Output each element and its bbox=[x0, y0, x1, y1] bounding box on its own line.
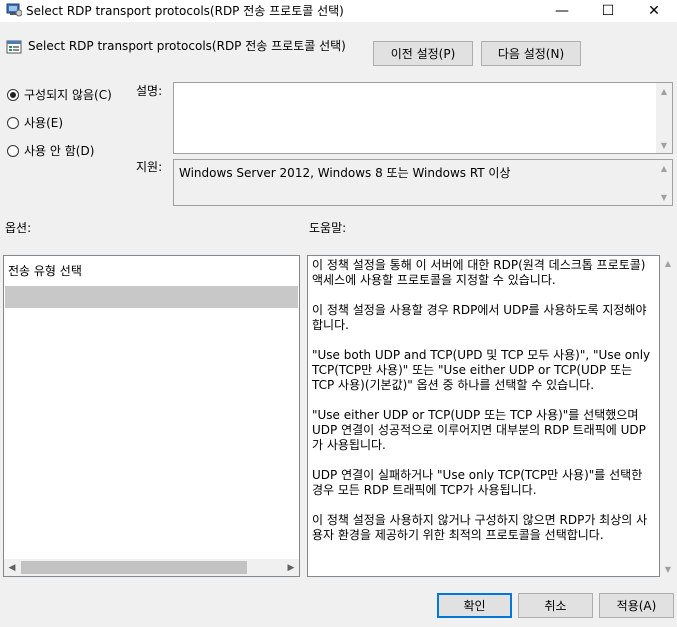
minimize-button[interactable]: — bbox=[539, 0, 585, 22]
previous-setting-button[interactable]: 이전 설정(P) bbox=[373, 41, 473, 66]
setting-title: Select RDP transport protocols(RDP 전송 프로… bbox=[28, 39, 346, 53]
help-paragraph: UDP 연결이 실패하거나 "Use only TCP(TCP만 사용)"를 선… bbox=[312, 468, 643, 497]
radio-label: 사용 안 함(D) bbox=[24, 144, 95, 158]
comment-textarea[interactable]: ▲ ▼ bbox=[173, 82, 673, 154]
scroll-down-icon[interactable]: ▼ bbox=[660, 561, 676, 577]
help-paragraph: 이 정책 설정을 통해 이 서버에 대한 RDP(원격 데스크톱 프로토콜) 액… bbox=[312, 258, 646, 287]
policy-window-icon bbox=[6, 3, 23, 17]
radio-button-icon[interactable] bbox=[7, 88, 19, 101]
policy-setting-icon bbox=[6, 39, 22, 55]
maximize-button[interactable]: ☐ bbox=[585, 0, 631, 22]
transport-type-dropdown[interactable] bbox=[5, 286, 298, 308]
help-label: 도움말: bbox=[309, 221, 347, 235]
close-button[interactable]: ✕ bbox=[631, 0, 677, 22]
cancel-button[interactable]: 취소 bbox=[518, 593, 593, 618]
radio-label: 구성되지 않음(C) bbox=[24, 88, 112, 102]
title-bar[interactable]: Select RDP transport protocols(RDP 전송 프로… bbox=[0, 0, 677, 22]
options-panel: 전송 유형 선택 ◀ ▶ bbox=[3, 255, 300, 577]
supported-scrollbar[interactable]: ▲ ▼ bbox=[656, 160, 672, 205]
apply-button[interactable]: 적용(A) bbox=[599, 593, 674, 618]
next-setting-button[interactable]: 다음 설정(N) bbox=[481, 41, 581, 66]
help-paragraph: "Use either UDP or TCP(UDP 또는 TCP 사용)"를 … bbox=[312, 408, 646, 452]
transport-type-label: 전송 유형 선택 bbox=[8, 264, 82, 278]
radio-button-icon[interactable] bbox=[7, 116, 19, 129]
help-paragraph: "Use both UDP and TCP(UPD 및 TCP 모두 사용)",… bbox=[312, 348, 651, 392]
options-horizontal-scrollbar[interactable]: ◀ ▶ bbox=[4, 559, 299, 576]
scrollbar-thumb[interactable] bbox=[21, 561, 247, 574]
radio-disabled[interactable]: 사용 안 함(D) bbox=[7, 142, 94, 159]
supported-on-label: 지원: bbox=[136, 160, 163, 174]
scroll-up-icon[interactable]: ▲ bbox=[660, 255, 676, 271]
radio-enabled[interactable]: 사용(E) bbox=[7, 114, 63, 131]
scroll-up-icon[interactable]: ▲ bbox=[656, 83, 672, 99]
comment-label: 설명: bbox=[136, 84, 163, 98]
radio-button-icon[interactable] bbox=[7, 144, 19, 157]
scroll-left-icon[interactable]: ◀ bbox=[4, 559, 20, 576]
scroll-down-icon[interactable]: ▼ bbox=[656, 189, 672, 205]
radio-not-configured[interactable]: 구성되지 않음(C) bbox=[7, 86, 112, 103]
scroll-down-icon[interactable]: ▼ bbox=[656, 137, 672, 153]
window-title: Select RDP transport protocols(RDP 전송 프로… bbox=[26, 4, 344, 18]
help-paragraph: 이 정책 설정을 사용하지 않거나 구성하지 않으면 RDP가 최상의 사용자 … bbox=[312, 513, 648, 542]
scroll-right-icon[interactable]: ▶ bbox=[283, 559, 299, 576]
supported-on-field: Windows Server 2012, Windows 8 또는 Window… bbox=[173, 159, 673, 206]
supported-on-value: Windows Server 2012, Windows 8 또는 Window… bbox=[179, 166, 511, 180]
help-text-panel: 이 정책 설정을 통해 이 서버에 대한 RDP(원격 데스크톱 프로토콜) 액… bbox=[307, 255, 660, 577]
radio-selected-dot bbox=[10, 91, 16, 98]
scroll-up-icon[interactable]: ▲ bbox=[656, 160, 672, 176]
help-scrollbar[interactable]: ▲ ▼ bbox=[660, 255, 676, 577]
radio-label: 사용(E) bbox=[24, 116, 64, 130]
help-paragraph: 이 정책 설정을 사용할 경우 RDP에서 UDP를 사용하도록 지정해야 합니… bbox=[312, 303, 647, 332]
options-label: 옵션: bbox=[5, 221, 32, 235]
ok-button[interactable]: 확인 bbox=[437, 593, 512, 618]
comment-scrollbar[interactable]: ▲ ▼ bbox=[656, 83, 672, 153]
